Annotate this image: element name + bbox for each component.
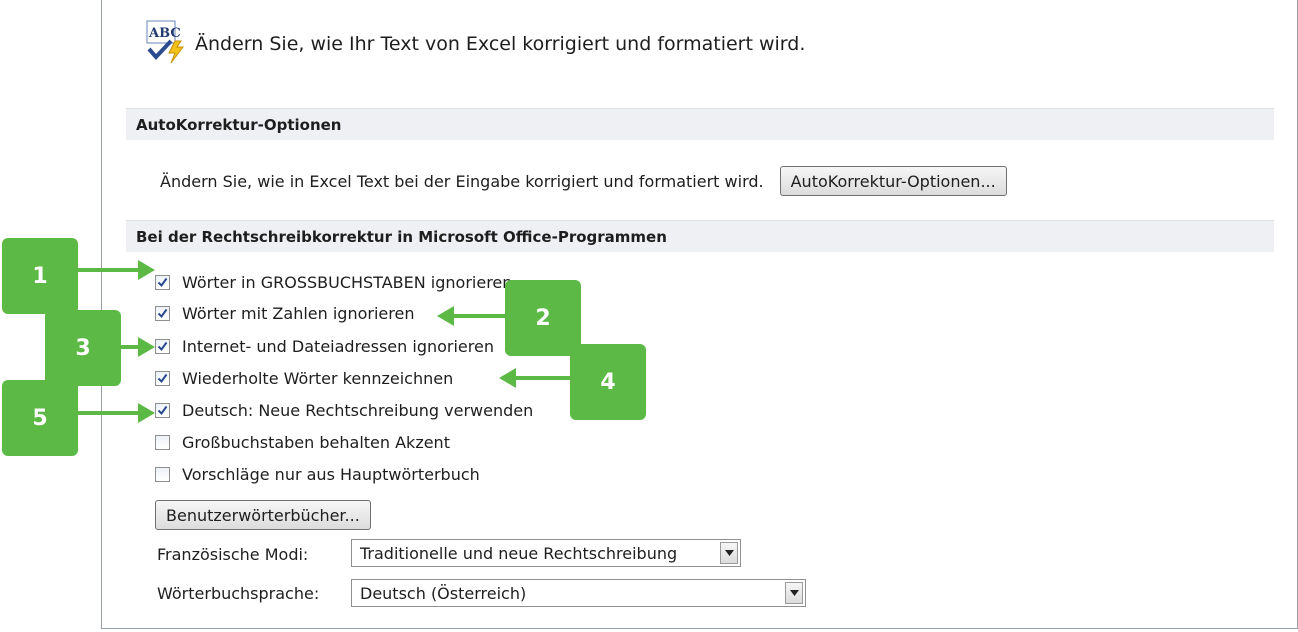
option-main-dictionary-only[interactable]: Vorschläge nur aus Hauptwörterbuch xyxy=(155,465,480,484)
checkbox-checked[interactable] xyxy=(155,339,170,354)
option-label: Wörter in GROSSBUCHSTABEN ignorieren xyxy=(182,273,513,292)
dictionary-language-label: Wörterbuchsprache: xyxy=(157,583,320,603)
french-modes-select[interactable]: Traditionelle und neue Rechtschreibung xyxy=(351,539,741,567)
callout-badge-1: 1 xyxy=(2,238,78,314)
chevron-down-icon[interactable] xyxy=(785,582,803,604)
option-keep-accents[interactable]: Großbuchstaben behalten Akzent xyxy=(155,433,450,452)
header-row: ABC Ändern Sie, wie Ihr Text von Excel k… xyxy=(145,20,805,68)
option-ignore-addresses[interactable]: Internet- und Dateiadressen ignorieren xyxy=(155,337,494,356)
option-label: Vorschläge nur aus Hauptwörterbuch xyxy=(182,465,480,484)
svg-text:ABC: ABC xyxy=(148,26,181,41)
page-title: Ändern Sie, wie Ihr Text von Excel korri… xyxy=(195,33,806,55)
section-autocorrect-heading: AutoKorrektur-Optionen xyxy=(126,108,1274,140)
option-flag-repeated[interactable]: Wiederholte Wörter kennzeichnen xyxy=(155,369,453,388)
callout-badge-5: 5 xyxy=(2,380,78,456)
option-label: Deutsch: Neue Rechtschreibung verwenden xyxy=(182,401,534,420)
autocorrect-row: Ändern Sie, wie in Excel Text bei der Ei… xyxy=(160,165,1007,197)
checkbox-checked[interactable] xyxy=(155,306,170,321)
callout-badge-2: 2 xyxy=(505,280,581,356)
option-ignore-numbers[interactable]: Wörter mit Zahlen ignorieren xyxy=(155,304,414,323)
checkbox-checked[interactable] xyxy=(155,371,170,386)
callout-badge-4: 4 xyxy=(570,344,646,420)
custom-dictionaries-button[interactable]: Benutzerwörterbücher... xyxy=(155,500,371,530)
autocorrect-options-button[interactable]: AutoKorrektur-Optionen... xyxy=(779,166,1007,196)
dictionary-language-select[interactable]: Deutsch (Österreich) xyxy=(351,579,806,607)
option-label: Wiederholte Wörter kennzeichnen xyxy=(182,369,454,388)
option-new-orthography[interactable]: Deutsch: Neue Rechtschreibung verwenden xyxy=(155,401,533,420)
french-modes-value: Traditionelle und neue Rechtschreibung xyxy=(360,543,678,563)
french-modes-label: Französische Modi: xyxy=(157,544,309,564)
section-spelling-heading: Bei der Rechtschreibkorrektur in Microso… xyxy=(126,220,1274,252)
dictionaries-row: Benutzerwörterbücher... xyxy=(155,500,371,530)
autocorrect-description: Ändern Sie, wie in Excel Text bei der Ei… xyxy=(160,171,764,191)
checkbox-checked[interactable] xyxy=(155,403,170,418)
option-label: Internet- und Dateiadressen ignorieren xyxy=(182,337,494,356)
checkbox-checked[interactable] xyxy=(155,275,170,290)
checkbox-unchecked[interactable] xyxy=(155,435,170,450)
option-ignore-uppercase[interactable]: Wörter in GROSSBUCHSTABEN ignorieren xyxy=(155,273,512,292)
abc-spellcheck-icon: ABC xyxy=(145,19,187,69)
option-label: Großbuchstaben behalten Akzent xyxy=(182,433,450,452)
dictionary-language-value: Deutsch (Österreich) xyxy=(360,583,527,603)
chevron-down-icon[interactable] xyxy=(720,542,738,564)
option-label: Wörter mit Zahlen ignorieren xyxy=(182,304,415,323)
callout-badge-3: 3 xyxy=(45,310,121,386)
checkbox-unchecked[interactable] xyxy=(155,467,170,482)
